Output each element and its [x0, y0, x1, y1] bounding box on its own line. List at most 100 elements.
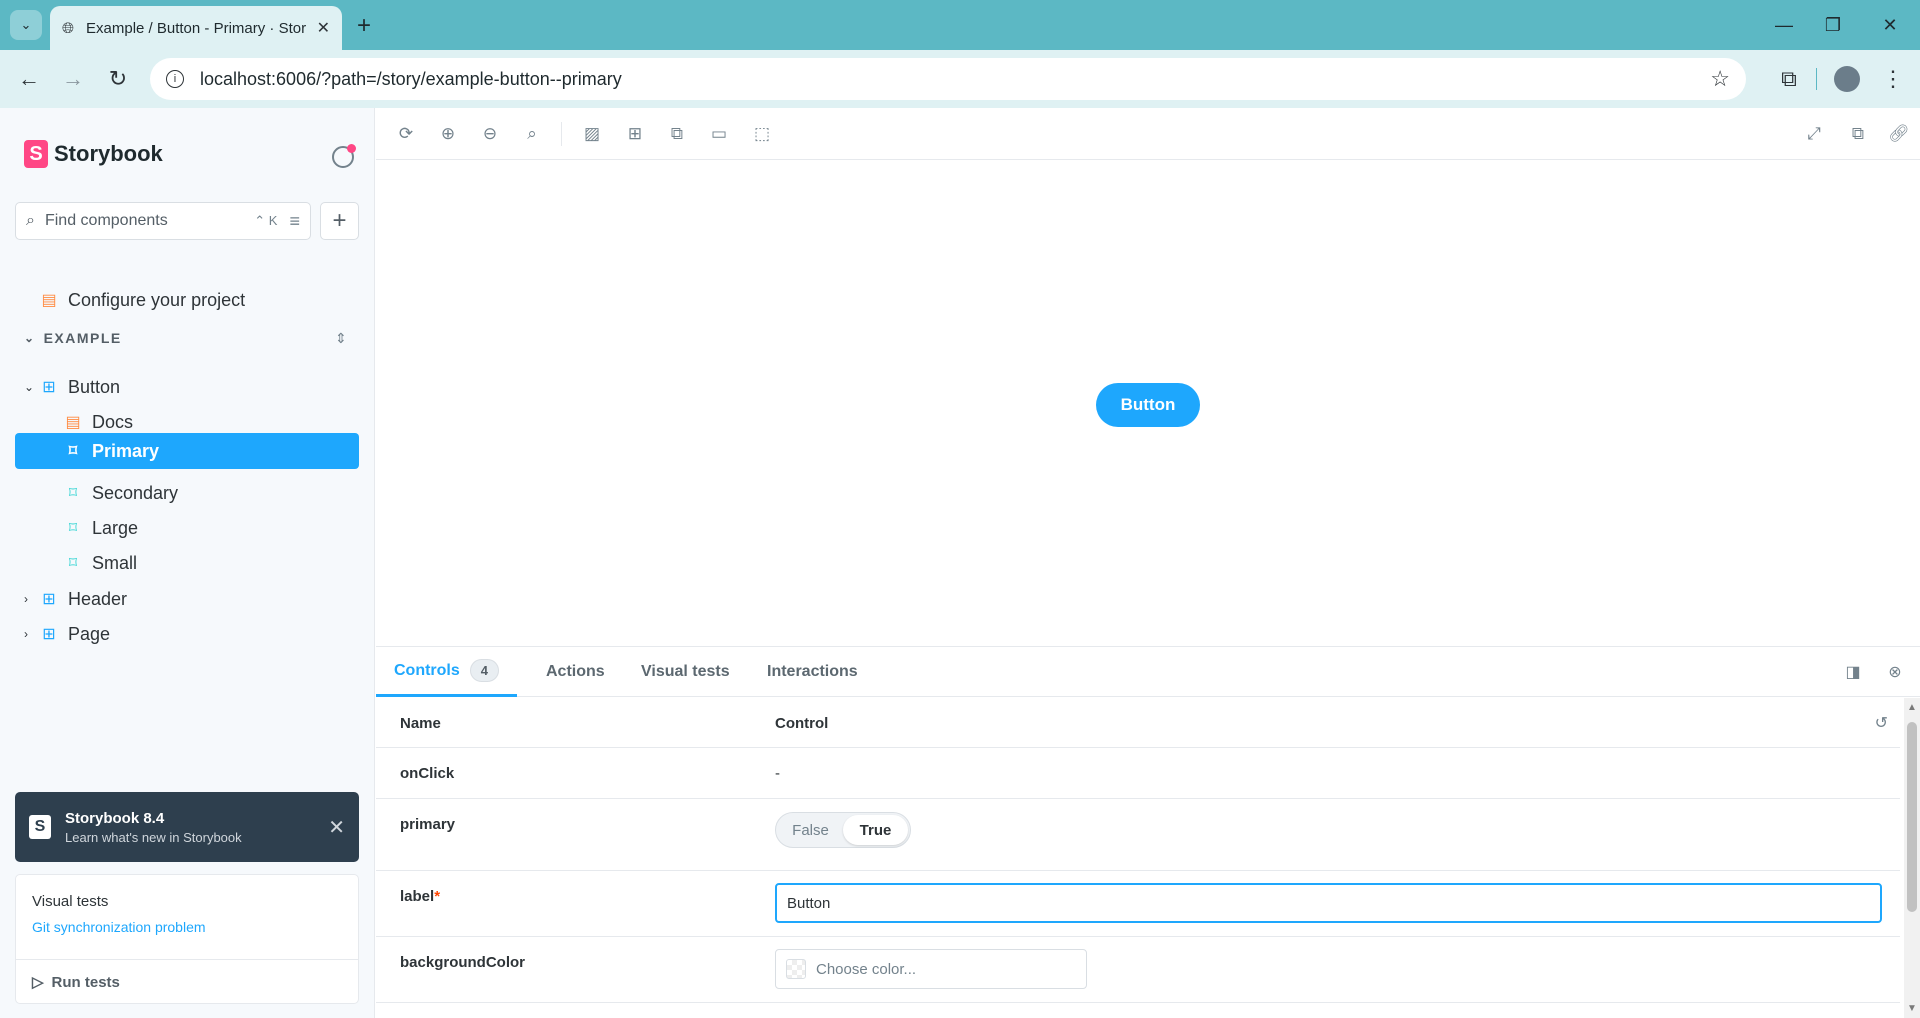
toolbar-divider: [1816, 68, 1817, 90]
chevron-right-icon: ›: [24, 627, 28, 641]
tab-visual-tests[interactable]: Visual tests: [641, 647, 730, 697]
copy-link-icon[interactable]: 🔗︎: [1887, 122, 1911, 146]
tab-controls[interactable]: Controls 4: [376, 647, 518, 697]
measure-icon[interactable]: ▭: [707, 122, 731, 146]
search-field[interactable]: ⌕ Find components ⌃ K ≡: [15, 202, 311, 240]
toggle-option-false[interactable]: False: [778, 815, 843, 845]
chevron-right-icon: ›: [24, 592, 28, 606]
required-mark: *: [434, 888, 441, 905]
background-image-icon[interactable]: ▨: [580, 122, 604, 146]
plus-icon: +: [332, 207, 347, 234]
tree-label: Secondary: [92, 482, 179, 503]
extensions-icon[interactable]: ⧉: [1774, 64, 1804, 94]
column-header-name: Name: [400, 715, 441, 732]
tab-interactions[interactable]: Interactions: [767, 647, 858, 697]
tree-label: Button: [68, 376, 121, 397]
zoom-reset-icon[interactable]: ⌕: [520, 122, 544, 146]
search-input[interactable]: Find components: [45, 212, 168, 230]
tree-label: Docs: [92, 411, 134, 432]
storybook-sidebar: S Storybook ⌕ Find components ⌃ K ≡ + ▤ …: [0, 108, 375, 1018]
tree-item-large[interactable]: ⌑ Large: [64, 511, 138, 545]
outline-icon[interactable]: ⬚: [750, 122, 774, 146]
boolean-toggle[interactable]: False True: [775, 812, 911, 848]
zoom-in-icon[interactable]: ⊕: [436, 122, 460, 146]
tree-label: Page: [68, 623, 111, 644]
toolbar-divider: [561, 122, 562, 146]
color-picker-input[interactable]: Choose color...: [775, 949, 1087, 989]
table-header-row: Name Control ↺: [376, 697, 1900, 748]
tab-actions[interactable]: Actions: [546, 647, 605, 697]
site-info-icon[interactable]: i: [166, 70, 184, 88]
bookmark-icon: ⌑: [68, 485, 78, 502]
expand-collapse-icon[interactable]: ⇕: [335, 330, 347, 347]
tree-item-page[interactable]: › ⊞ Page: [24, 617, 110, 651]
git-sync-problem-link[interactable]: Git synchronization problem: [32, 919, 206, 935]
tree-label: Small: [92, 552, 138, 573]
color-swatch[interactable]: [786, 959, 806, 979]
remount-icon[interactable]: ⟳: [394, 122, 418, 146]
tree-item-button[interactable]: ⌄ ⊞ Button: [24, 370, 120, 404]
tree-item-header[interactable]: › ⊞ Header: [24, 582, 127, 616]
close-window-button[interactable]: ✕: [1876, 12, 1904, 38]
configure-project-link[interactable]: ▤ Configure your project: [40, 283, 245, 317]
bookmark-icon: ⌑: [68, 520, 78, 537]
arg-name-text: label: [400, 888, 435, 905]
restore-window-button[interactable]: ❐: [1819, 12, 1847, 38]
table-row: onClick -: [376, 748, 1900, 799]
close-panel-icon[interactable]: ⊗: [1885, 662, 1905, 682]
controls-count-badge: 4: [469, 659, 500, 682]
column-header-control: Control: [775, 715, 829, 732]
visual-tests-card: Visual tests Git synchronization problem…: [15, 874, 359, 1004]
new-tab-button[interactable]: +: [350, 12, 378, 40]
url-text[interactable]: localhost:6006/?path=/story/example-butt…: [200, 69, 622, 90]
zoom-out-icon[interactable]: ⊖: [478, 122, 502, 146]
chevron-down-icon: ⌄: [24, 331, 36, 345]
settings-gear-icon[interactable]: [332, 144, 356, 168]
scroll-down-icon[interactable]: ▼: [1907, 1003, 1917, 1014]
panel-orientation-icon[interactable]: ◨: [1843, 662, 1863, 682]
tree-item-secondary[interactable]: ⌑ Secondary: [64, 476, 178, 510]
storybook-logo-icon: S: [24, 140, 48, 168]
tests-heading: Visual tests: [32, 893, 109, 910]
toggle-option-true[interactable]: True: [843, 815, 908, 845]
chevron-down-icon: ⌄: [20, 17, 32, 32]
forward-arrow-icon[interactable]: →: [58, 64, 88, 94]
scroll-up-icon[interactable]: ▲: [1907, 702, 1917, 713]
browser-menu-icon[interactable]: ⋮: [1878, 64, 1908, 94]
whats-new-notification[interactable]: S Storybook 8.4 Learn what's new in Stor…: [15, 792, 359, 862]
section-header-example[interactable]: ⌄ EXAMPLE: [24, 330, 122, 346]
create-story-button[interactable]: +: [320, 202, 359, 240]
tree-item-small[interactable]: ⌑ Small: [64, 546, 137, 580]
notification-dot: [347, 144, 356, 153]
close-icon[interactable]: ✕: [328, 815, 345, 840]
tree-item-primary-selected[interactable]: ⌑ Primary: [15, 433, 359, 469]
fullscreen-icon[interactable]: ⤢: [1802, 122, 1826, 146]
profile-avatar[interactable]: [1834, 66, 1860, 92]
run-tests-button[interactable]: ▷ Run tests: [32, 973, 120, 992]
browser-toolbar: ← → ↻ i localhost:6006/?path=/story/exam…: [0, 50, 1920, 108]
tab-search-button[interactable]: ⌄: [10, 10, 42, 40]
scrollbar[interactable]: ▲ ▼: [1904, 698, 1920, 1018]
open-new-tab-icon[interactable]: ⧉: [1846, 122, 1870, 146]
bookmark-icon: ⌑: [68, 555, 78, 572]
viewport-icon[interactable]: ⧉: [665, 122, 689, 146]
search-icon: ⌕: [26, 212, 35, 229]
filter-icon[interactable]: ≡: [289, 211, 300, 232]
minimize-window-button[interactable]: —: [1770, 12, 1798, 38]
scrollbar-thumb[interactable]: [1907, 722, 1917, 912]
story-primary-button[interactable]: Button: [1096, 383, 1200, 427]
storybook-logo[interactable]: S Storybook: [24, 140, 163, 168]
bookmark-star-icon[interactable]: ☆: [1710, 66, 1730, 92]
close-tab-icon[interactable]: ✕: [317, 18, 330, 38]
preview-toolbar: ⟳ ⊕ ⊖ ⌕ ▨ ⊞ ⧉ ▭ ⬚ ⤢ ⧉ 🔗︎: [376, 108, 1920, 160]
table-row: primary False True: [376, 799, 1900, 871]
back-arrow-icon[interactable]: ←: [14, 64, 44, 94]
reset-controls-icon[interactable]: ↺: [1875, 713, 1888, 733]
address-bar[interactable]: i localhost:6006/?path=/story/example-bu…: [150, 58, 1746, 100]
reload-icon[interactable]: ↻: [103, 64, 133, 94]
label-text-input[interactable]: [775, 883, 1882, 923]
component-icon: ⊞: [42, 591, 56, 608]
arg-name: primary: [400, 816, 456, 833]
grid-icon[interactable]: ⊞: [623, 122, 647, 146]
browser-tab-active[interactable]: 🌐︎ Example / Button - Primary · Storyboo…: [50, 6, 342, 50]
